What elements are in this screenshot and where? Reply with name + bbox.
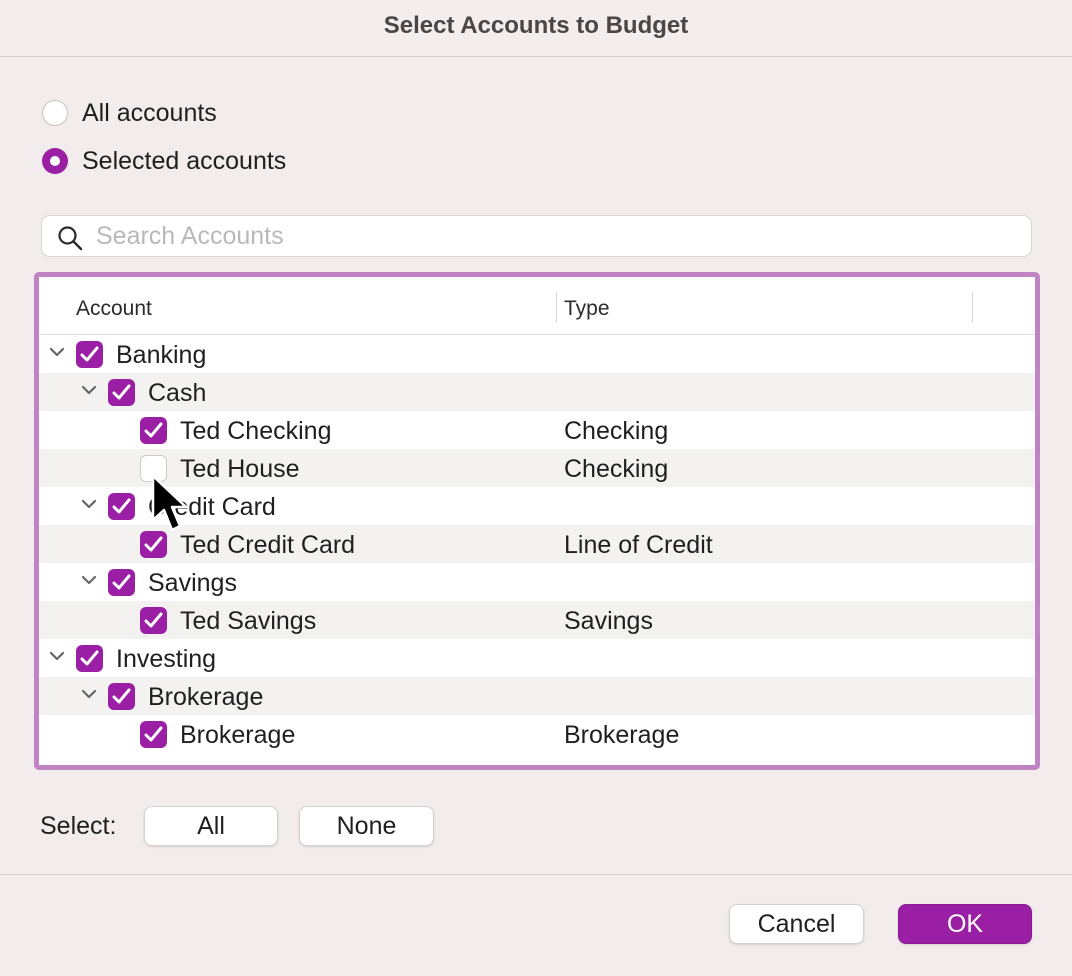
checkbox-checked[interactable] <box>108 493 135 520</box>
select-all-button[interactable]: All <box>144 806 278 846</box>
radio-label-all-accounts: All accounts <box>82 98 217 127</box>
account-name: Ted Checking <box>180 417 332 445</box>
table-row[interactable]: Banking <box>39 335 1035 373</box>
ok-button[interactable]: OK <box>898 904 1032 944</box>
account-name: Banking <box>116 341 207 369</box>
table-row[interactable]: Cash <box>39 373 1035 411</box>
footer-divider <box>0 874 1072 875</box>
search-input[interactable] <box>96 220 996 252</box>
checkbox-checked[interactable] <box>140 417 167 444</box>
checkmark-icon <box>144 726 163 742</box>
checkbox-checked[interactable] <box>140 721 167 748</box>
account-name: Savings <box>148 569 237 597</box>
radio-button-selected[interactable] <box>42 148 68 174</box>
column-header-account[interactable]: Account <box>76 297 152 321</box>
mouse-pointer-icon <box>151 474 188 532</box>
select-none-button[interactable]: None <box>299 806 434 846</box>
radio-all-accounts[interactable]: All accounts <box>42 98 217 128</box>
chevron-down-icon[interactable] <box>48 650 66 664</box>
table-row[interactable]: Savings <box>39 563 1035 601</box>
cancel-button[interactable]: Cancel <box>729 904 864 944</box>
checkbox-checked[interactable] <box>76 645 103 672</box>
table-header: Account Type <box>39 277 1035 335</box>
checkmark-icon <box>112 498 131 514</box>
checkbox-checked[interactable] <box>140 607 167 634</box>
checkmark-icon <box>112 384 131 400</box>
chevron-down-icon[interactable] <box>80 688 98 702</box>
checkmark-icon <box>144 612 163 628</box>
column-header-type[interactable]: Type <box>564 297 610 321</box>
radio-selected-accounts[interactable]: Selected accounts <box>42 146 286 176</box>
checkbox-checked[interactable] <box>108 379 135 406</box>
table-row[interactable]: Brokerage <box>39 677 1035 715</box>
checkbox-checked[interactable] <box>108 569 135 596</box>
checkbox-checked[interactable] <box>76 341 103 368</box>
dialog-title: Select Accounts to Budget <box>383 12 689 39</box>
checkmark-icon <box>112 574 131 590</box>
table-row[interactable]: Ted Savings Savings <box>39 601 1035 639</box>
account-name: Ted Credit Card <box>180 531 356 559</box>
checkmark-icon <box>144 536 163 552</box>
radio-label-selected-accounts: Selected accounts <box>82 146 287 175</box>
search-field[interactable] <box>41 215 1032 257</box>
search-icon <box>58 226 83 251</box>
chevron-down-icon[interactable] <box>80 384 98 398</box>
table-row[interactable]: Ted Checking Checking <box>39 411 1035 449</box>
table-row[interactable]: Credit Card <box>39 487 1035 525</box>
table-row[interactable]: Ted House Checking <box>39 449 1035 487</box>
account-name: Brokerage <box>180 721 296 749</box>
radio-button-unselected[interactable] <box>42 100 68 126</box>
chevron-down-icon[interactable] <box>48 346 66 360</box>
account-name: Brokerage <box>148 683 264 711</box>
checkmark-icon <box>80 346 99 362</box>
column-divider[interactable] <box>556 292 557 322</box>
account-name: Ted House <box>180 455 300 483</box>
checkmark-icon <box>112 688 131 704</box>
chevron-down-icon[interactable] <box>80 574 98 588</box>
checkmark-icon <box>80 650 99 666</box>
table-row[interactable]: Ted Credit Card Line of Credit <box>39 525 1035 563</box>
title-bar: Select Accounts to Budget <box>0 0 1072 57</box>
account-type: Checking <box>564 455 669 483</box>
table-row[interactable]: Brokerage Brokerage <box>39 715 1035 753</box>
checkbox-checked[interactable] <box>108 683 135 710</box>
account-type: Checking <box>564 417 669 445</box>
table-row[interactable]: Investing <box>39 639 1035 677</box>
account-type: Line of Credit <box>564 531 713 559</box>
account-name: Cash <box>148 379 207 407</box>
account-name: Ted Savings <box>180 607 317 635</box>
account-type: Savings <box>564 607 653 635</box>
chevron-down-icon[interactable] <box>80 498 98 512</box>
account-type: Brokerage <box>564 721 680 749</box>
select-label: Select: <box>40 812 117 840</box>
column-divider[interactable] <box>972 292 973 322</box>
checkmark-icon <box>144 422 163 438</box>
account-name: Investing <box>116 645 217 673</box>
